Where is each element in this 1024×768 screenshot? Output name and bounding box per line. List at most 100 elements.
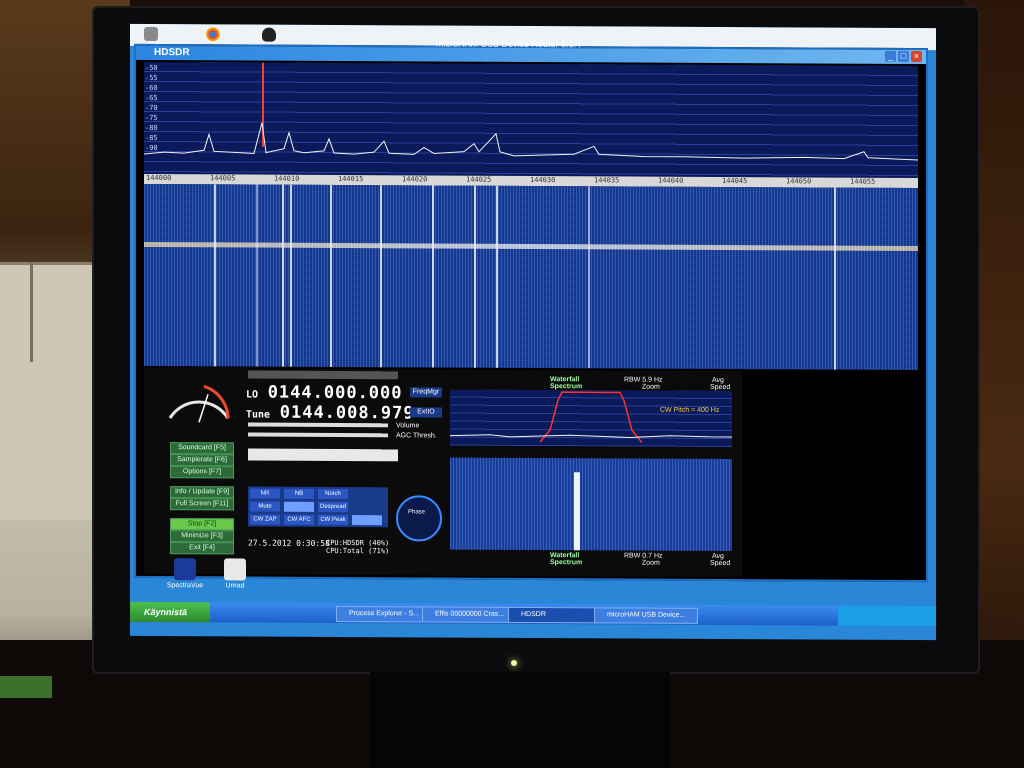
dsp-extra-button[interactable]: [352, 515, 382, 526]
waterfall-signal: [330, 184, 332, 367]
zoom-waterfall-signal: [574, 472, 580, 551]
app-icon[interactable]: [144, 26, 158, 42]
db-label: -60: [145, 83, 158, 93]
monitor-stand: [370, 672, 670, 768]
desktop-icon-unrad[interactable]: Unrad: [212, 558, 258, 589]
waterfall-signal: [214, 184, 216, 367]
zoom-spectrum-label-bottom[interactable]: Spectrum: [550, 559, 582, 566]
close-button[interactable]: ×: [911, 50, 922, 63]
db-label: -50: [145, 63, 158, 73]
speed-bottom-label: Speed: [710, 559, 731, 568]
waterfall-signal: [834, 187, 836, 370]
volume-slider[interactable]: [248, 422, 388, 428]
control-panel: Soundcard [F5] Samplerate [F6] Options […: [144, 367, 918, 579]
cpu-usage: CPU:HDSDR (40%) CPU:Total (71%): [326, 539, 389, 555]
date-time: 27.5.2012 0:30:58: [248, 538, 330, 548]
zoom-spectrum[interactable]: CW Pitch = 400 Hz: [450, 389, 732, 448]
empty-pane: [742, 371, 918, 579]
agc-slider[interactable]: [248, 432, 388, 438]
info-update-button[interactable]: Info / Update [F9]: [170, 486, 234, 499]
samplerate-button[interactable]: Samplerate [F6]: [170, 454, 234, 467]
main-waterfall[interactable]: [144, 183, 918, 371]
db-label: -90: [145, 143, 158, 153]
freq-tick: 144035: [594, 176, 620, 185]
freq-tick: 144055: [850, 177, 876, 186]
chrome-icon[interactable]: [206, 27, 220, 42]
zoom-spectrum-trace: [450, 391, 732, 444]
monitor-screen: HDSDR _ □ × microHAM USB Device Router 8…: [130, 23, 936, 641]
nb-button[interactable]: NB: [284, 488, 314, 499]
freq-tick: 144010: [274, 174, 300, 183]
full-screen-button[interactable]: Full Screen [F11]: [170, 498, 234, 511]
maximize-button[interactable]: □: [898, 50, 909, 62]
freq-tick: 144020: [402, 175, 428, 184]
freq-tick: 144045: [722, 176, 748, 186]
waterfall-signal: [290, 184, 292, 367]
minimize-button[interactable]: _: [885, 50, 896, 62]
freq-tick: 144000: [146, 173, 172, 183]
power-led-icon: [511, 660, 517, 666]
cw-afc-button[interactable]: CW AFC: [284, 514, 314, 525]
waterfall-band: [144, 241, 918, 252]
taskbar-item[interactable]: HDSDR: [508, 606, 602, 624]
freq-tick: 144050: [786, 177, 812, 186]
taskbar-item[interactable]: Effis 00000000 Cras...: [422, 606, 516, 623]
phase-compass[interactable]: Phase: [396, 495, 442, 542]
tux-icon[interactable]: [262, 27, 276, 42]
notch-button[interactable]: Notch: [318, 488, 348, 500]
lo-label: LO: [246, 389, 259, 401]
db-label: -70: [145, 103, 158, 113]
waterfall-signal: [496, 185, 498, 368]
unrad-icon: [224, 558, 246, 581]
freq-tick: 144015: [338, 174, 364, 184]
db-label: -65: [145, 93, 158, 103]
zoom-waterfall[interactable]: [450, 457, 732, 552]
despread-button[interactable]: Despread: [318, 501, 348, 513]
taskbar-item[interactable]: microHAM USB Device...: [594, 607, 698, 624]
cw-pitch-label: CW Pitch = 400 Hz: [660, 406, 720, 414]
tune-display[interactable]: Tune 0144.008.979: [246, 402, 415, 424]
system-tray[interactable]: [838, 605, 936, 627]
lo-display[interactable]: LO 0144.000.000: [246, 382, 403, 404]
cw-zap-button[interactable]: CW ZAP: [250, 514, 280, 525]
freq-tick: 144025: [466, 175, 492, 184]
stop-button[interactable]: Stop [F2]: [170, 518, 234, 531]
extio-button[interactable]: ExtIO: [410, 407, 442, 418]
dsp-button[interactable]: [284, 501, 314, 512]
cabinet-handle: [30, 262, 33, 362]
waterfall-signal: [380, 185, 382, 368]
avg-top-label: Avg: [712, 376, 724, 384]
freq-tick: 144040: [658, 176, 684, 185]
waterfall-signal: [432, 185, 434, 368]
exit-button[interactable]: Exit [F4]: [170, 542, 234, 555]
nr-button[interactable]: NR: [250, 488, 280, 499]
desktop-icon-label: Unrad: [225, 582, 245, 590]
freqmgr-button[interactable]: FreqMgr: [410, 387, 442, 398]
taskbar-item[interactable]: Process Explorer - S...: [336, 605, 430, 623]
minimize-app-button[interactable]: Minimize [F3]: [170, 530, 234, 543]
background-window-title: microHAM USB Device Router 8.1.4: [436, 38, 582, 50]
mute-button[interactable]: Mute: [250, 501, 280, 512]
options-button[interactable]: Options [F7]: [170, 466, 234, 479]
db-label: -55: [145, 73, 158, 83]
db-label: -85: [145, 133, 158, 143]
s-meter: [168, 384, 230, 423]
tune-label: Tune: [246, 409, 271, 421]
lo-frequency[interactable]: 0144.000.000: [268, 383, 403, 404]
spectrum-trace: [144, 122, 918, 161]
waterfall-signal: [282, 184, 284, 367]
start-button[interactable]: Käynnistä: [130, 601, 210, 623]
window-title: HDSDR: [154, 47, 190, 59]
cpu-total: CPU:Total (71%): [326, 546, 390, 556]
dsp-panel: NR NB Notch Mute Despread CW ZAP CW AFC …: [248, 486, 388, 528]
mode-button-row: [248, 370, 398, 380]
soundcard-button[interactable]: Soundcard [F5]: [170, 442, 234, 455]
main-spectrum[interactable]: [144, 61, 918, 179]
desktop-icon-spectravue[interactable]: SpectraVue: [162, 558, 208, 589]
lcd-display: [0, 676, 52, 698]
zoom-bottom-label: Zoom: [642, 559, 660, 567]
cw-peak-button[interactable]: CW Peak: [318, 514, 348, 526]
playback-bar[interactable]: [248, 448, 398, 462]
tune-frequency[interactable]: 0144.008.979: [280, 403, 415, 424]
freq-tick: 144030: [530, 175, 556, 185]
